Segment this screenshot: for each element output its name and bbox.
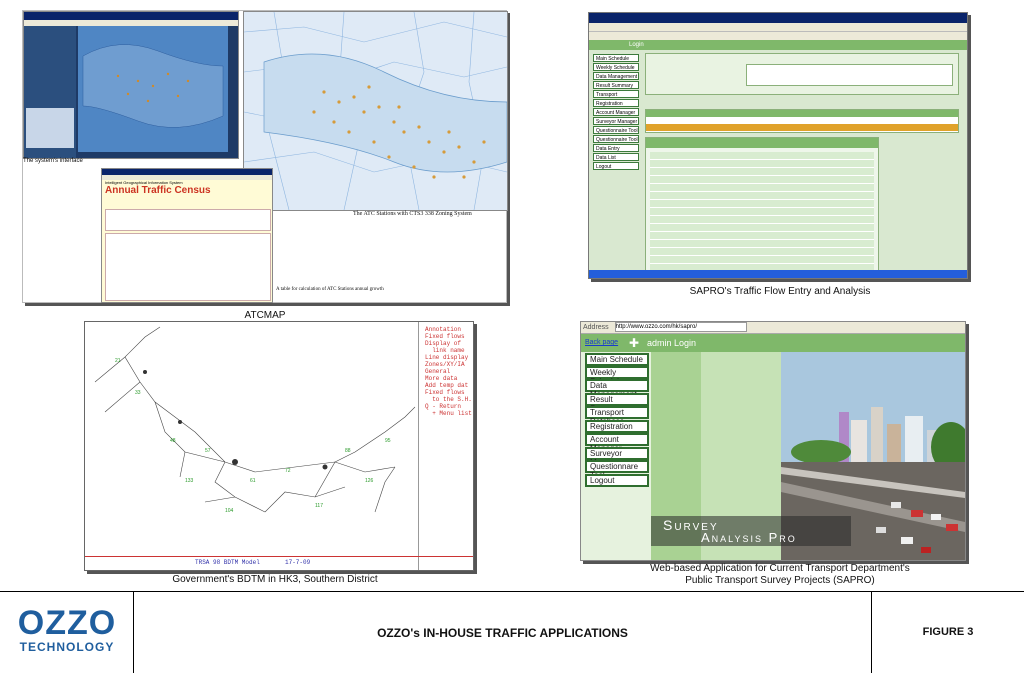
nav-item[interactable]: Data Entry (593, 144, 639, 152)
svg-text:126: 126 (365, 478, 374, 484)
menu-surveyor-manager[interactable]: Surveyor Manager (585, 447, 649, 467)
entry-form (645, 53, 959, 95)
svg-text:95: 95 (385, 438, 391, 444)
side-line[interactable]: Display of (425, 340, 472, 347)
sapro-titlebar (589, 13, 967, 23)
side-line[interactable]: More data (425, 375, 472, 382)
stations-caption: The ATC Stations with CTS3 338 Zoning Sy… (353, 211, 472, 217)
side-line: to the S.H. (425, 396, 472, 403)
nav-item[interactable]: Logout (593, 162, 639, 170)
menu-transport-database[interactable]: Transport Database (585, 406, 649, 426)
ozzo-logo: OZZO TECHNOLOGY (14, 606, 120, 654)
address-label: Address (583, 324, 609, 331)
side-line: Annotation (425, 326, 462, 333)
logo-top: OZZO (17, 604, 117, 642)
svg-text:57: 57 (205, 448, 211, 454)
cross-icon: ✚ (629, 336, 640, 350)
svg-text:33: 33 (135, 390, 141, 396)
svg-text:48: 48 (170, 438, 176, 444)
svg-text:61: 61 (250, 478, 256, 484)
side-line[interactable]: Fixed flows (425, 389, 472, 396)
movement-table (645, 109, 959, 133)
menu-logout[interactable]: Logout (585, 474, 649, 487)
logo-bottom: TECHNOLOGY (19, 640, 115, 654)
side-line[interactable]: + Menu list (425, 410, 472, 417)
side-line[interactable]: Q - Return (425, 403, 472, 410)
svg-text:133: 133 (185, 478, 194, 484)
back-link[interactable]: Back page (585, 339, 618, 346)
svg-text:21: 21 (115, 358, 121, 364)
menu-result-summary[interactable]: Result Summary (585, 393, 649, 413)
bdtm-footer-left: TRSA 98 BDTM Model (195, 559, 260, 566)
atcmap-composite: The system's interface The ATC Stations … (22, 10, 508, 303)
side-line: link name (425, 347, 465, 354)
bdtm-label: Government's BDTM in HK3, Southern Distr… (172, 574, 378, 585)
side-line[interactable]: Line display (425, 354, 472, 361)
nav-item[interactable]: Result Summary (593, 81, 639, 89)
nav-item[interactable]: Questionnaire Tool (593, 126, 639, 134)
side-line[interactable]: General (425, 368, 472, 375)
nav-item[interactable]: Registration (593, 99, 639, 107)
sapro-login-header: Login (589, 40, 967, 50)
side-line[interactable]: Add temp dat (425, 382, 472, 389)
svg-text:72: 72 (285, 468, 291, 474)
admin-login-label: admin Login (647, 338, 697, 348)
banner-line2: Analysis Pro (701, 530, 797, 545)
zoning-map (244, 12, 507, 210)
header-bar: Back page ✚ admin Login (581, 334, 965, 352)
traffic-flow-grid (645, 137, 879, 277)
side-line[interactable]: Fixed flows (425, 333, 472, 340)
atcmap-label: ATCMAP (244, 310, 286, 321)
footer-title: OZZO's IN-HOUSE TRAFFIC APPLICATIONS (377, 626, 628, 640)
menu-questionnare-tool[interactable]: Questionnare Tool (585, 460, 649, 480)
nav-item[interactable]: Account Manager (593, 108, 639, 116)
menu-registration[interactable]: Registration (585, 420, 649, 433)
census-table-screenshot: Intelligent Geographical Information Sys… (101, 168, 273, 303)
bdtm-panel: 21 33 48 57 61 72 88 95 104 117 126 133 Annotation … (84, 321, 474, 571)
menu-weekly-schedule[interactable]: Weekly Schedule (585, 366, 649, 386)
taskbar (589, 270, 967, 278)
nav-item[interactable]: Main Schedule (593, 54, 639, 62)
sapro-traffic-window: Login Main Schedule Weekly Schedule Data… (588, 12, 968, 279)
nav-item[interactable]: Data Management (593, 72, 639, 80)
nav-item[interactable]: Data List (593, 153, 639, 161)
svg-text:104: 104 (225, 508, 234, 514)
nav-item[interactable]: Weekly Schedule (593, 63, 639, 71)
login-label: Login (629, 42, 644, 48)
census-title: Annual Traffic Census (105, 185, 211, 196)
side-line[interactable]: Zones/XY/IA (425, 361, 472, 368)
figure-label: FIGURE 3 (922, 626, 974, 638)
bdtm-footer-right: 17-7-09 (285, 559, 311, 566)
map-thumbnail (78, 26, 228, 152)
nav-item[interactable]: Surveyor Manager (593, 117, 639, 125)
sapro-big-caption-2: Public Transport Survey Projects (SAPRO) (685, 575, 875, 586)
nav-item[interactable]: Questionnaire Tool (593, 135, 639, 143)
address-input[interactable]: http://www.ozzo.com/hk/sapro/ (614, 322, 747, 333)
menu-data-management[interactable]: Data Management (585, 379, 649, 399)
sapro-big-window: Address http://www.ozzo.com/hk/sapro/ Ba… (580, 321, 966, 561)
bdtm-network: 21 33 48 57 61 72 88 95 104 117 126 133 (94, 326, 416, 514)
interface-caption: The system's interface (23, 158, 83, 164)
system-interface-screenshot (23, 11, 239, 159)
svg-text:117: 117 (315, 503, 323, 509)
bdtm-side-menu: Annotation Fixed flows Display of link n… (425, 326, 472, 417)
sapro-big-caption-1: Web-based Application for Current Transp… (650, 563, 910, 574)
address-bar: Address http://www.ozzo.com/hk/sapro/ (581, 322, 965, 334)
sapro-small-label: SAPRO's Traffic Flow Entry and Analysis (689, 286, 871, 297)
svg-text:88: 88 (345, 448, 351, 454)
menu-main-schedule[interactable]: Main Schedule (585, 353, 649, 366)
nav-item[interactable]: Transport Database (593, 90, 639, 106)
table-caption: A table for calculation of ATC Stations … (276, 287, 384, 292)
atc-stations-map (243, 11, 508, 211)
menu-account-manager[interactable]: Account Manager (585, 433, 649, 453)
